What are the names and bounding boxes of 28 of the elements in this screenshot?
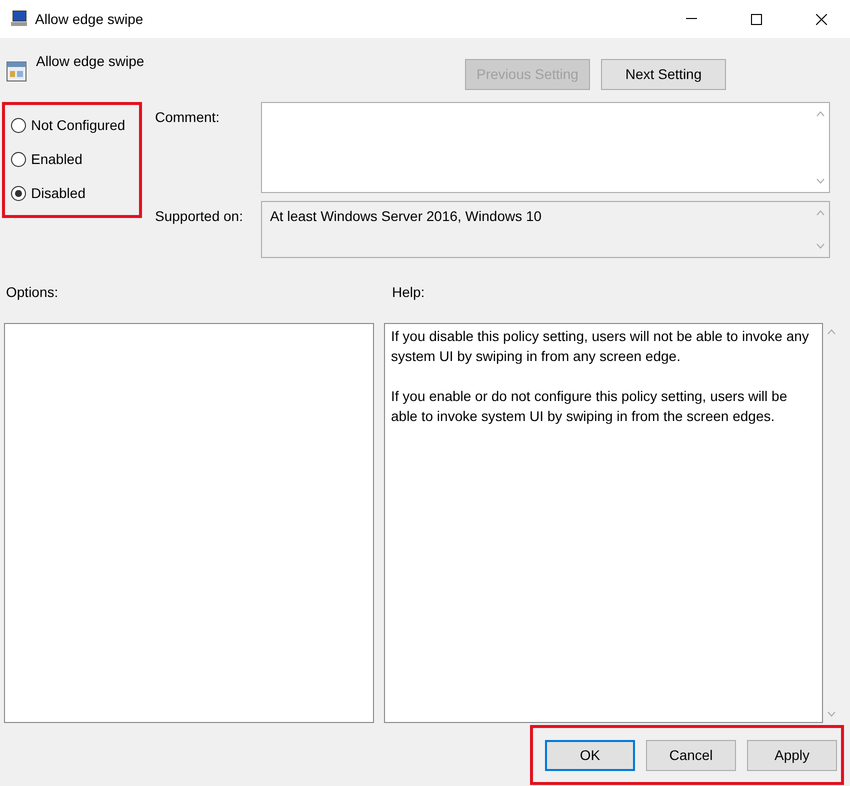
policy-icon [6, 60, 27, 82]
scroll-down-icon[interactable] [816, 243, 824, 249]
computer-icon [10, 10, 28, 28]
window-title: Allow edge swipe [35, 11, 144, 27]
comment-field[interactable] [261, 102, 830, 193]
comment-label: Comment: [155, 108, 221, 127]
state-radio[interactable]: Disabled [11, 182, 139, 204]
help-text: If you enable or do not configure this policy setting, users will be able to invoke system UI by swiping in from the screen edges. [391, 387, 788, 426]
scroll-down-icon[interactable] [826, 711, 836, 717]
maximize-icon[interactable] [750, 14, 762, 24]
close-icon[interactable] [816, 14, 826, 24]
scroll-up-icon[interactable] [826, 329, 836, 335]
dialog-button[interactable]: Apply [747, 740, 837, 770]
dialog-button[interactable]: Cancel [646, 740, 736, 770]
supported-on-label: Supported on: [155, 207, 244, 226]
policy-name: Allow edge swipe [36, 53, 144, 69]
scroll-down-icon[interactable] [816, 178, 824, 184]
next-setting-button[interactable]: Next Setting [601, 58, 726, 90]
dialog-button[interactable]: OK [545, 740, 635, 770]
options-label: Options: [5, 284, 60, 300]
minimize-icon[interactable] [686, 18, 696, 20]
help-text: If you disable this policy setting, users will not be able to invoke any system UI by swiping in from any screen edge. [391, 327, 810, 366]
state-radio[interactable]: Enabled [11, 148, 139, 170]
state-radio[interactable]: Not Configured [11, 114, 139, 136]
supported-on-field: At least Windows Server 2016, Windows 10 [261, 201, 830, 258]
scroll-up-icon[interactable] [816, 111, 824, 117]
scroll-up-icon[interactable] [816, 210, 824, 216]
help-label: Help: [391, 284, 426, 300]
